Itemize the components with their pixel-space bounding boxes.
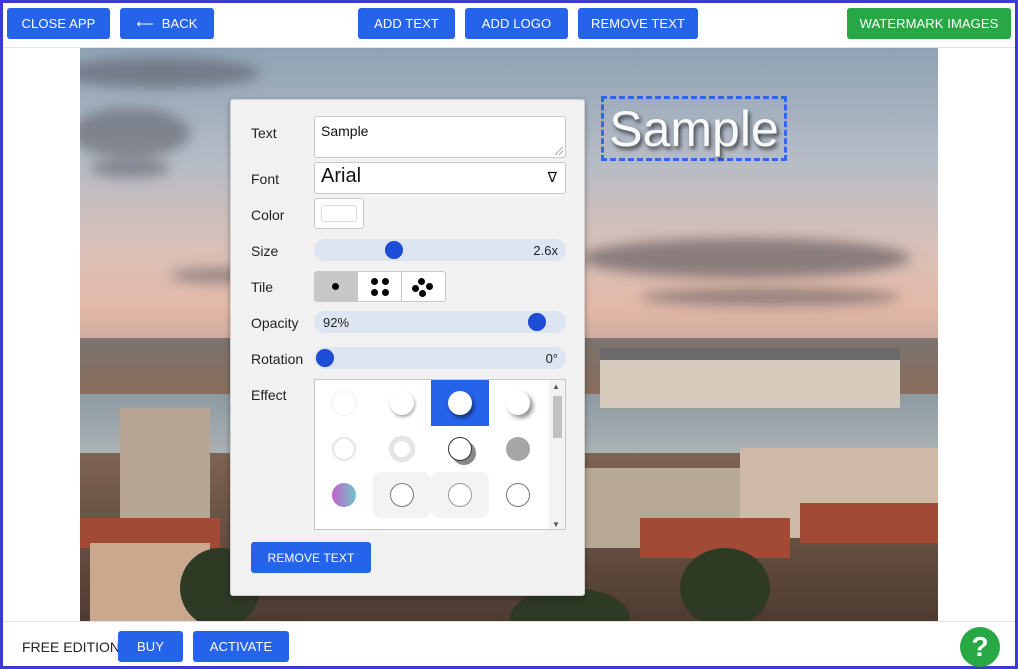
effect-label: Effect: [251, 387, 287, 403]
effect-option[interactable]: [431, 472, 489, 518]
font-label: Font: [251, 171, 280, 187]
watermark-text-element[interactable]: Sample: [601, 96, 787, 161]
effect-option[interactable]: [489, 426, 547, 472]
opacity-label: Opacity: [251, 315, 299, 331]
tile-single-button[interactable]: [315, 272, 359, 301]
opacity-slider[interactable]: 92%: [314, 311, 566, 333]
effect-option[interactable]: [315, 380, 373, 426]
four-dots-icon: [370, 277, 390, 297]
back-button[interactable]: ⟵ BACK: [120, 8, 214, 39]
five-dots-icon: [412, 277, 434, 297]
rotation-slider[interactable]: 0°: [314, 347, 566, 369]
scroll-up-icon[interactable]: ▲: [552, 382, 560, 391]
tile-five-button[interactable]: [402, 272, 445, 301]
rotation-label: Rotation: [251, 351, 304, 367]
add-text-button[interactable]: ADD TEXT: [358, 8, 455, 39]
effect-scrollbar[interactable]: ▲ ▼: [549, 380, 565, 529]
text-label: Text: [251, 125, 277, 141]
size-slider-thumb[interactable]: [386, 242, 402, 258]
rotation-slider-thumb[interactable]: [317, 350, 333, 366]
effect-option-selected[interactable]: [431, 380, 489, 426]
effect-option[interactable]: [489, 518, 547, 529]
color-label: Color: [251, 207, 285, 223]
effect-option[interactable]: [431, 518, 489, 529]
back-label: BACK: [161, 16, 198, 31]
activate-button[interactable]: ACTIVATE: [193, 631, 289, 662]
tile-selector: [314, 271, 446, 302]
top-toolbar: CLOSE APP ⟵ BACK ADD TEXT ADD LOGO REMOV…: [0, 0, 1018, 48]
color-picker[interactable]: [314, 198, 364, 229]
effect-option[interactable]: [315, 472, 373, 518]
rotation-value: 0°: [545, 351, 558, 366]
size-label: Size: [251, 243, 279, 259]
resize-grip-icon[interactable]: [555, 147, 563, 155]
remove-text-toolbar-button[interactable]: REMOVE TEXT: [578, 8, 698, 39]
scroll-down-icon[interactable]: ▼: [552, 520, 560, 529]
effect-option[interactable]: [373, 518, 431, 529]
buy-button[interactable]: BUY: [118, 631, 183, 662]
dropdown-arrow-icon: ∇: [547, 169, 557, 185]
tile-four-button[interactable]: [358, 272, 402, 301]
effect-option[interactable]: [373, 472, 431, 518]
edition-label: FREE EDITION: [22, 639, 121, 655]
effect-option[interactable]: [315, 426, 373, 472]
size-slider[interactable]: 2.6x: [314, 239, 566, 261]
effect-option[interactable]: [373, 426, 431, 472]
opacity-slider-thumb[interactable]: [528, 314, 545, 330]
text-input-value: Sample: [321, 123, 369, 139]
close-app-button[interactable]: CLOSE APP: [7, 8, 110, 39]
text-settings-panel: Text Sample Font Arial ∇ Color Size 2.6x…: [230, 99, 585, 596]
effect-option[interactable]: [373, 380, 431, 426]
single-dot-icon: [332, 282, 340, 291]
effect-grid: ▲ ▼: [314, 379, 566, 530]
effect-option[interactable]: [489, 380, 547, 426]
scrollbar-thumb[interactable]: [553, 396, 562, 438]
help-icon[interactable]: ?: [960, 627, 1000, 667]
watermark-images-button[interactable]: WATERMARK IMAGES: [847, 8, 1011, 39]
text-input[interactable]: Sample: [314, 116, 566, 158]
font-select[interactable]: Arial ∇: [314, 162, 566, 194]
remove-text-button[interactable]: REMOVE TEXT: [251, 542, 371, 573]
size-value: 2.6x: [533, 243, 558, 258]
back-arrow-icon: ⟵: [136, 16, 154, 31]
effect-option[interactable]: [489, 472, 547, 518]
effect-option[interactable]: [315, 518, 373, 529]
effect-option[interactable]: [431, 426, 489, 472]
opacity-value: 92%: [323, 315, 350, 330]
tile-label: Tile: [251, 279, 274, 295]
font-select-value: Arial: [321, 165, 362, 187]
add-logo-button[interactable]: ADD LOGO: [465, 8, 568, 39]
color-swatch: [321, 205, 357, 222]
